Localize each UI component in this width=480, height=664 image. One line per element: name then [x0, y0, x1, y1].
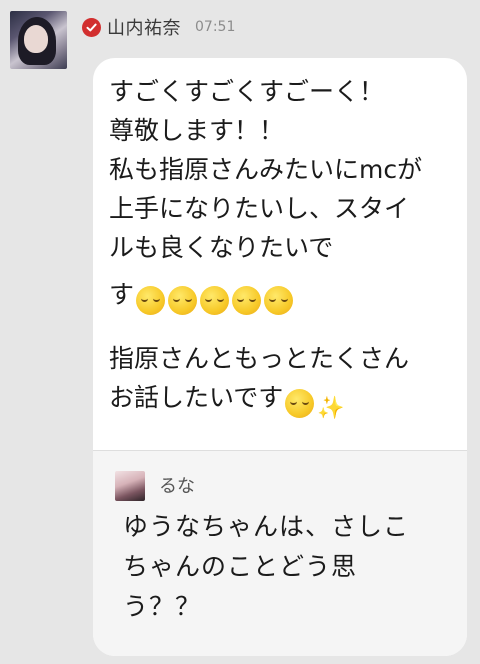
message-line-text: お話したいです	[109, 383, 284, 412]
message-line: 私も指原さんみたいにmcが	[109, 155, 423, 184]
smiling-face-icon	[168, 286, 198, 315]
verified-check-icon	[82, 17, 101, 37]
reply-line: ゆうなちゃんは、さしこ	[123, 512, 410, 541]
reply-text: ゆうなちゃんは、さしこ ちゃんのことどう思 う？？	[123, 507, 443, 627]
author-name[interactable]: 山内祐奈	[107, 14, 181, 40]
reply-author-name[interactable]: るな	[159, 472, 195, 498]
avatar-face	[24, 25, 48, 53]
author-avatar[interactable]	[10, 11, 67, 69]
message-line: 指原さんともっとたくさん	[109, 344, 410, 373]
smiling-face-icon	[264, 286, 294, 315]
reply-line: う？？	[123, 592, 202, 621]
post-timestamp: 07:51	[195, 19, 236, 35]
emoji-group: ✨	[285, 389, 345, 428]
post-header: 山内祐奈 07:51	[82, 14, 235, 40]
message-bubble: すごくすごくすごーく！ 尊敬します！！ 私も指原さんみたいにmcが 上手になりた…	[93, 58, 467, 656]
message-line: 上手になりたいし、スタイ	[109, 194, 410, 223]
quoted-reply[interactable]: るな ゆうなちゃんは、さしこ ちゃんのことどう思 う？？	[93, 451, 467, 656]
reply-line: ちゃんのことどう思	[123, 552, 358, 581]
grinning-face-icon	[285, 389, 315, 418]
message-text: すごくすごくすごーく！ 尊敬します！！ 私も指原さんみたいにmcが 上手になりた…	[109, 72, 454, 428]
smiling-face-icon	[200, 286, 230, 315]
smiling-face-icon	[136, 286, 166, 315]
message-line-with-emoji: お話したいです ✨	[109, 378, 454, 428]
message-line-text: す	[109, 280, 135, 309]
smiling-face-icon	[232, 286, 262, 315]
message-line: ルも良くなりたいで	[109, 233, 334, 262]
message-line-with-emoji: す	[109, 275, 454, 315]
sparkles-icon: ✨	[317, 396, 345, 421]
message-line: すごくすごくすごーく！	[109, 77, 385, 106]
message-line: 尊敬します！！	[109, 116, 285, 145]
emoji-group	[136, 286, 294, 315]
reply-author-avatar[interactable]	[115, 471, 145, 501]
